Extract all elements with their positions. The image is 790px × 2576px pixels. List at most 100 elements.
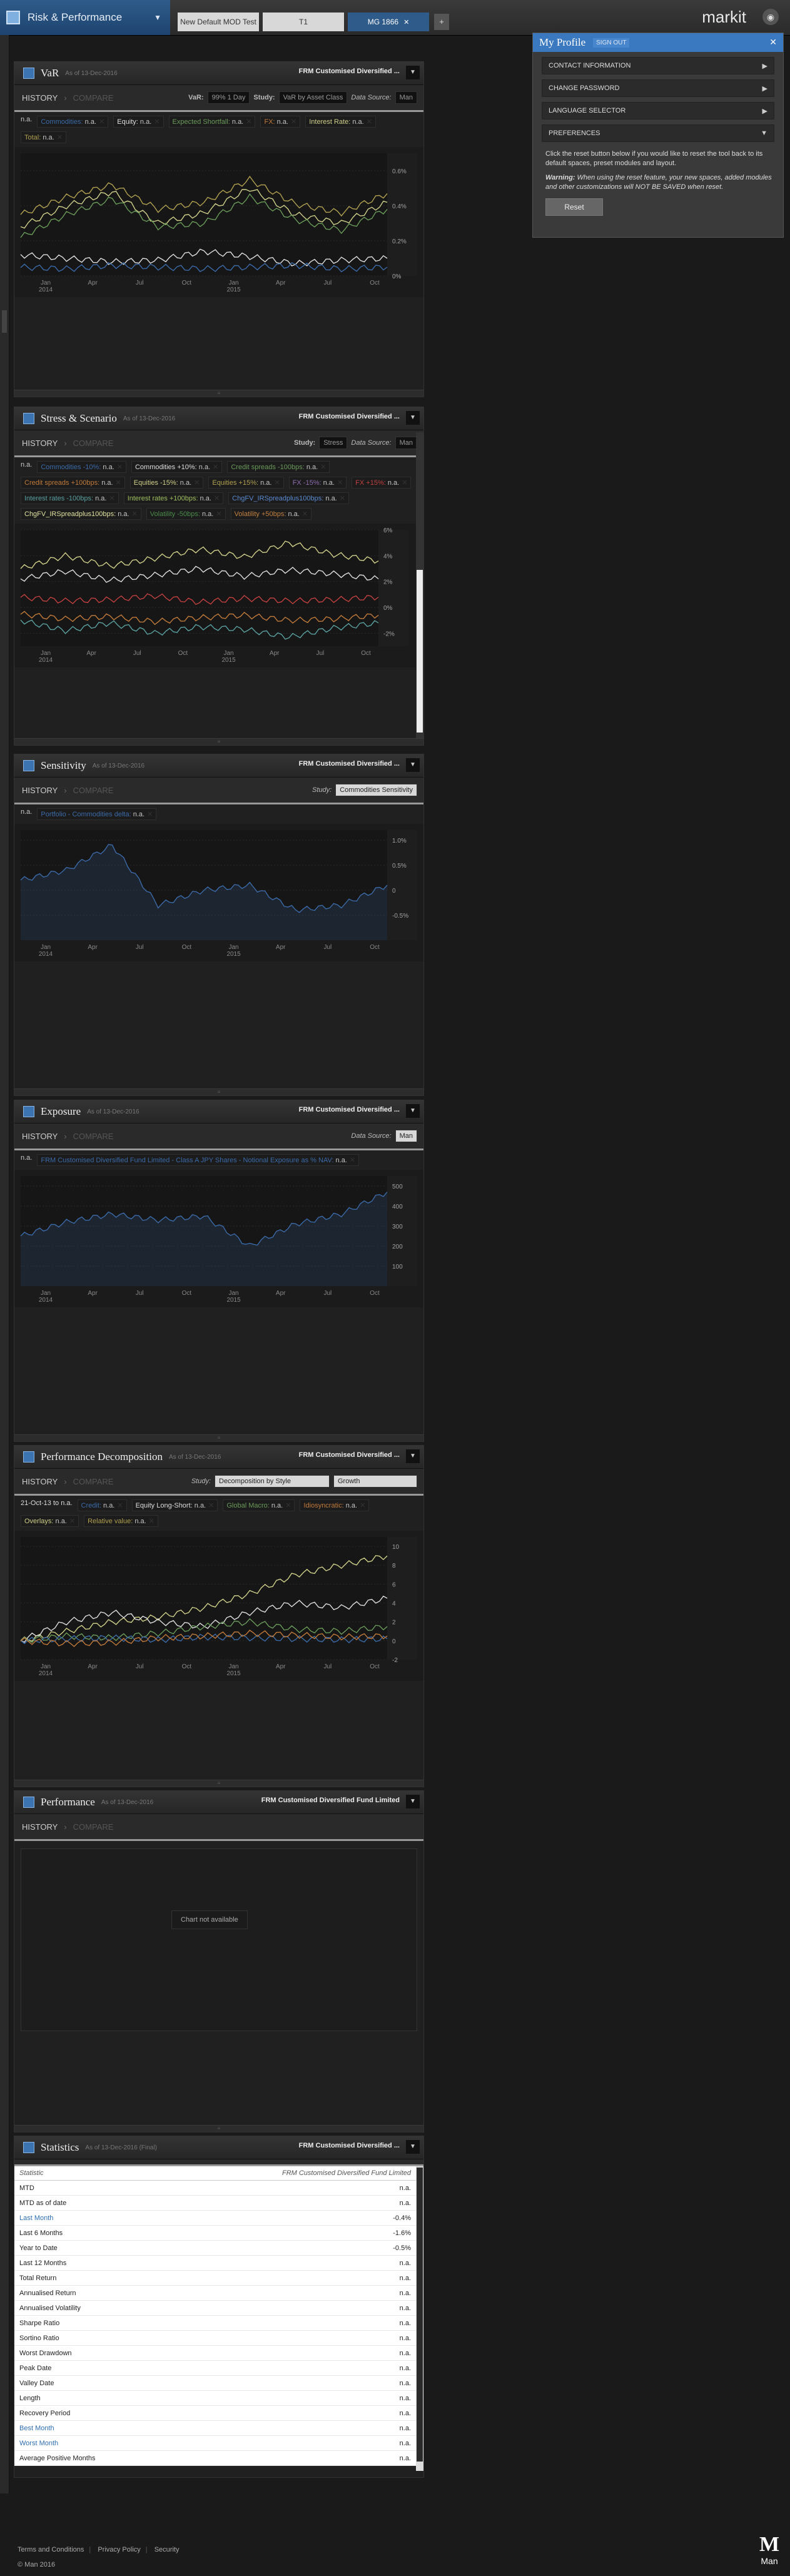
close-icon[interactable]: ✕ <box>116 479 121 487</box>
close-icon[interactable]: ✕ <box>302 510 308 518</box>
tab-mg-1866[interactable]: MG 1866 ✕ <box>348 13 429 31</box>
legend-item[interactable]: Interest rates -100bps: n.a. ✕ <box>21 492 119 504</box>
legend-item[interactable]: ChgFV_IRSpreadplus100bps: n.a. ✕ <box>228 492 349 504</box>
table-row[interactable]: Worst Month n.a. <box>14 2435 416 2451</box>
var-select[interactable]: 99% 1 Day <box>207 91 250 104</box>
legend-item[interactable]: FX: n.a. ✕ <box>260 116 301 128</box>
tab-t1[interactable]: T1 <box>263 13 344 31</box>
exposure-chart[interactable]: 500400300200100500400300200100Jan2014Apr… <box>14 1170 423 1307</box>
close-icon[interactable]: ✕ <box>367 118 372 126</box>
terms-link[interactable]: Terms and Conditions <box>18 2546 84 2553</box>
data-source-select[interactable]: Man <box>395 91 417 104</box>
close-icon[interactable]: ✕ <box>109 495 114 502</box>
data-source-select[interactable]: Man <box>395 437 417 449</box>
module-menu-button[interactable]: ▼ <box>406 66 420 79</box>
legend-item[interactable]: Equity Long-Short: n.a. ✕ <box>131 1499 218 1511</box>
close-icon[interactable]: ✕ <box>320 464 326 471</box>
legend-item[interactable]: Credit: n.a. ✕ <box>77 1499 127 1511</box>
legend-item[interactable]: Expected Shortfall: n.a. ✕ <box>168 116 256 128</box>
legend-item[interactable]: Equities -15%: n.a. ✕ <box>129 477 204 489</box>
close-icon[interactable]: ✕ <box>99 118 104 126</box>
study-select[interactable]: Decomposition by Style <box>215 1475 330 1488</box>
scrollbar-thumb[interactable] <box>417 570 423 733</box>
app-switcher[interactable]: Risk & Performance ▼ <box>0 0 170 35</box>
legend-item[interactable]: Equity: n.a. ✕ <box>113 116 164 128</box>
fund-name[interactable]: FRM Customised Diversified ... <box>299 1106 400 1113</box>
add-tab-button[interactable]: + <box>434 14 449 30</box>
history-tab[interactable]: HISTORY <box>22 1132 58 1141</box>
resize-handle[interactable]: ≡ <box>14 1434 423 1441</box>
legend-item[interactable]: Portfolio - Commodities delta: n.a. ✕ <box>37 808 157 820</box>
resize-handle[interactable]: ≡ <box>14 738 423 745</box>
close-icon[interactable]: ✕ <box>154 118 160 126</box>
close-icon[interactable]: ✕ <box>246 118 251 126</box>
history-tab[interactable]: HISTORY <box>22 439 58 448</box>
close-icon[interactable]: ✕ <box>214 495 220 502</box>
resize-handle[interactable]: ≡ <box>14 1780 423 1787</box>
module-menu-button[interactable]: ▼ <box>406 758 420 772</box>
close-icon[interactable]: ✕ <box>117 464 123 471</box>
drag-handle-icon[interactable] <box>2 310 7 333</box>
module-menu-button[interactable]: ▼ <box>406 1449 420 1463</box>
close-icon[interactable]: ✕ <box>402 479 407 487</box>
close-icon[interactable]: ✕ <box>57 134 63 141</box>
close-icon[interactable]: ✕ <box>213 464 218 471</box>
legend-item[interactable]: Interest Rate: n.a. ✕ <box>305 116 376 128</box>
compare-tab[interactable]: COMPARE <box>73 786 114 795</box>
resize-handle[interactable]: ≡ <box>14 2125 423 2132</box>
change-password-item[interactable]: CHANGE PASSWORD ▶ <box>542 79 774 97</box>
fund-name[interactable]: FRM Customised Diversified ... <box>299 68 400 75</box>
stress-chart[interactable]: 6%4%2%0%-2%6%4%2%0%-2%Jan2014AprJulOctJa… <box>14 524 423 667</box>
close-icon[interactable]: ✕ <box>403 18 409 26</box>
study-select[interactable]: Stress <box>319 437 348 449</box>
sensitivity-chart[interactable]: 1.0%0.5%0-0.5%1.0%0.5%0-0.5%Jan2014AprJu… <box>14 824 423 961</box>
legend-item[interactable]: Commodities: n.a. ✕ <box>37 116 109 128</box>
legend-item[interactable]: Idiosyncratic: n.a. ✕ <box>300 1499 370 1511</box>
study-select[interactable]: VaR by Asset Class <box>278 91 348 104</box>
module-scrollbar[interactable] <box>416 432 423 739</box>
legend-item[interactable]: Equities +15%: n.a. ✕ <box>208 477 284 489</box>
history-tab[interactable]: HISTORY <box>22 786 58 795</box>
close-icon[interactable]: ✕ <box>132 510 138 518</box>
table-row[interactable]: Best Month n.a. <box>14 2420 416 2436</box>
study-select[interactable]: Commodities Sensitivity <box>335 784 417 796</box>
privacy-link[interactable]: Privacy Policy <box>98 2546 140 2553</box>
table-row[interactable]: Last Month -0.4% <box>14 2210 416 2226</box>
module-menu-button[interactable]: ▼ <box>406 1104 420 1118</box>
fund-name[interactable]: FRM Customised Diversified ... <box>299 1451 400 1459</box>
resize-handle[interactable]: ≡ <box>14 1088 423 1095</box>
preferences-item[interactable]: PREFERENCES ▼ <box>542 124 774 142</box>
statistics-scrollbar[interactable] <box>416 2166 423 2471</box>
legend-item[interactable]: Overlays: n.a. ✕ <box>21 1515 79 1527</box>
statistic-label[interactable]: Worst Month <box>14 2435 168 2451</box>
fund-name[interactable]: FRM Customised Diversified ... <box>299 760 400 768</box>
left-collapse-bar[interactable] <box>0 35 9 2493</box>
var-chart[interactable]: 0.6%0.4%0.2%0%0.6%0.4%0.2%0%Jan2014AprJu… <box>14 147 423 297</box>
close-icon[interactable]: ✕ <box>291 118 296 126</box>
sign-out-button[interactable]: SIGN OUT <box>593 38 630 48</box>
legend-item[interactable]: Volatility +50bps: n.a. ✕ <box>230 508 312 520</box>
close-icon[interactable]: ✕ <box>208 1502 214 1509</box>
legend-item[interactable]: Credit spreads -100bps: n.a. ✕ <box>227 461 330 473</box>
fund-name[interactable]: FRM Customised Diversified ... <box>299 2142 400 2149</box>
close-icon[interactable]: ✕ <box>350 1157 355 1164</box>
performance-decomposition-chart[interactable]: 1086420-21086420-2Jan2014AprJulOctJan201… <box>14 1531 423 1681</box>
legend-item[interactable]: Relative value: n.a. ✕ <box>84 1515 158 1527</box>
legend-item[interactable]: Total: n.a. ✕ <box>21 131 66 143</box>
security-link[interactable]: Security <box>154 2546 180 2553</box>
legend-item[interactable]: FRM Customised Diversified Fund Limited … <box>37 1154 360 1166</box>
history-tab[interactable]: HISTORY <box>22 93 58 103</box>
close-icon[interactable]: ✕ <box>769 37 777 48</box>
user-icon[interactable]: ◉ <box>762 9 779 25</box>
module-menu-button[interactable]: ▼ <box>406 411 420 425</box>
compare-tab[interactable]: COMPARE <box>73 1477 114 1486</box>
statistic-label[interactable]: Best Month <box>14 2420 168 2436</box>
close-icon[interactable]: ✕ <box>117 1502 123 1509</box>
legend-item[interactable]: Global Macro: n.a. ✕ <box>223 1499 295 1511</box>
statistic-label[interactable]: Last Month <box>14 2210 168 2226</box>
scrollbar-thumb[interactable] <box>417 2168 423 2462</box>
legend-item[interactable]: FX +15%: n.a. ✕ <box>352 477 412 489</box>
close-icon[interactable]: ✕ <box>274 479 280 487</box>
close-icon[interactable]: ✕ <box>340 495 345 502</box>
history-tab[interactable]: HISTORY <box>22 1822 58 1832</box>
